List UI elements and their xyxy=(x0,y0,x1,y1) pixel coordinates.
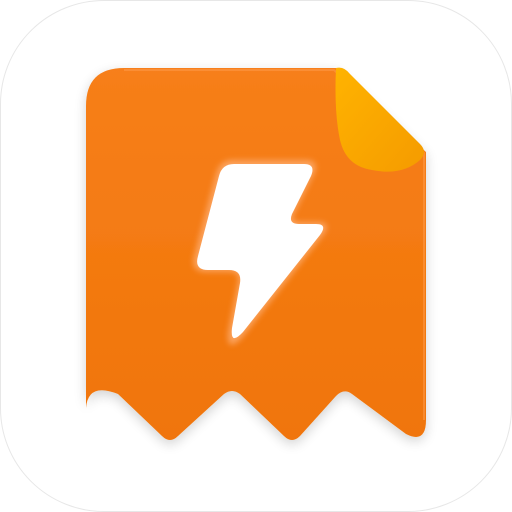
folded-corner xyxy=(335,67,424,172)
app-icon-canvas xyxy=(0,0,512,512)
bolt-receipt-icon xyxy=(86,67,426,440)
